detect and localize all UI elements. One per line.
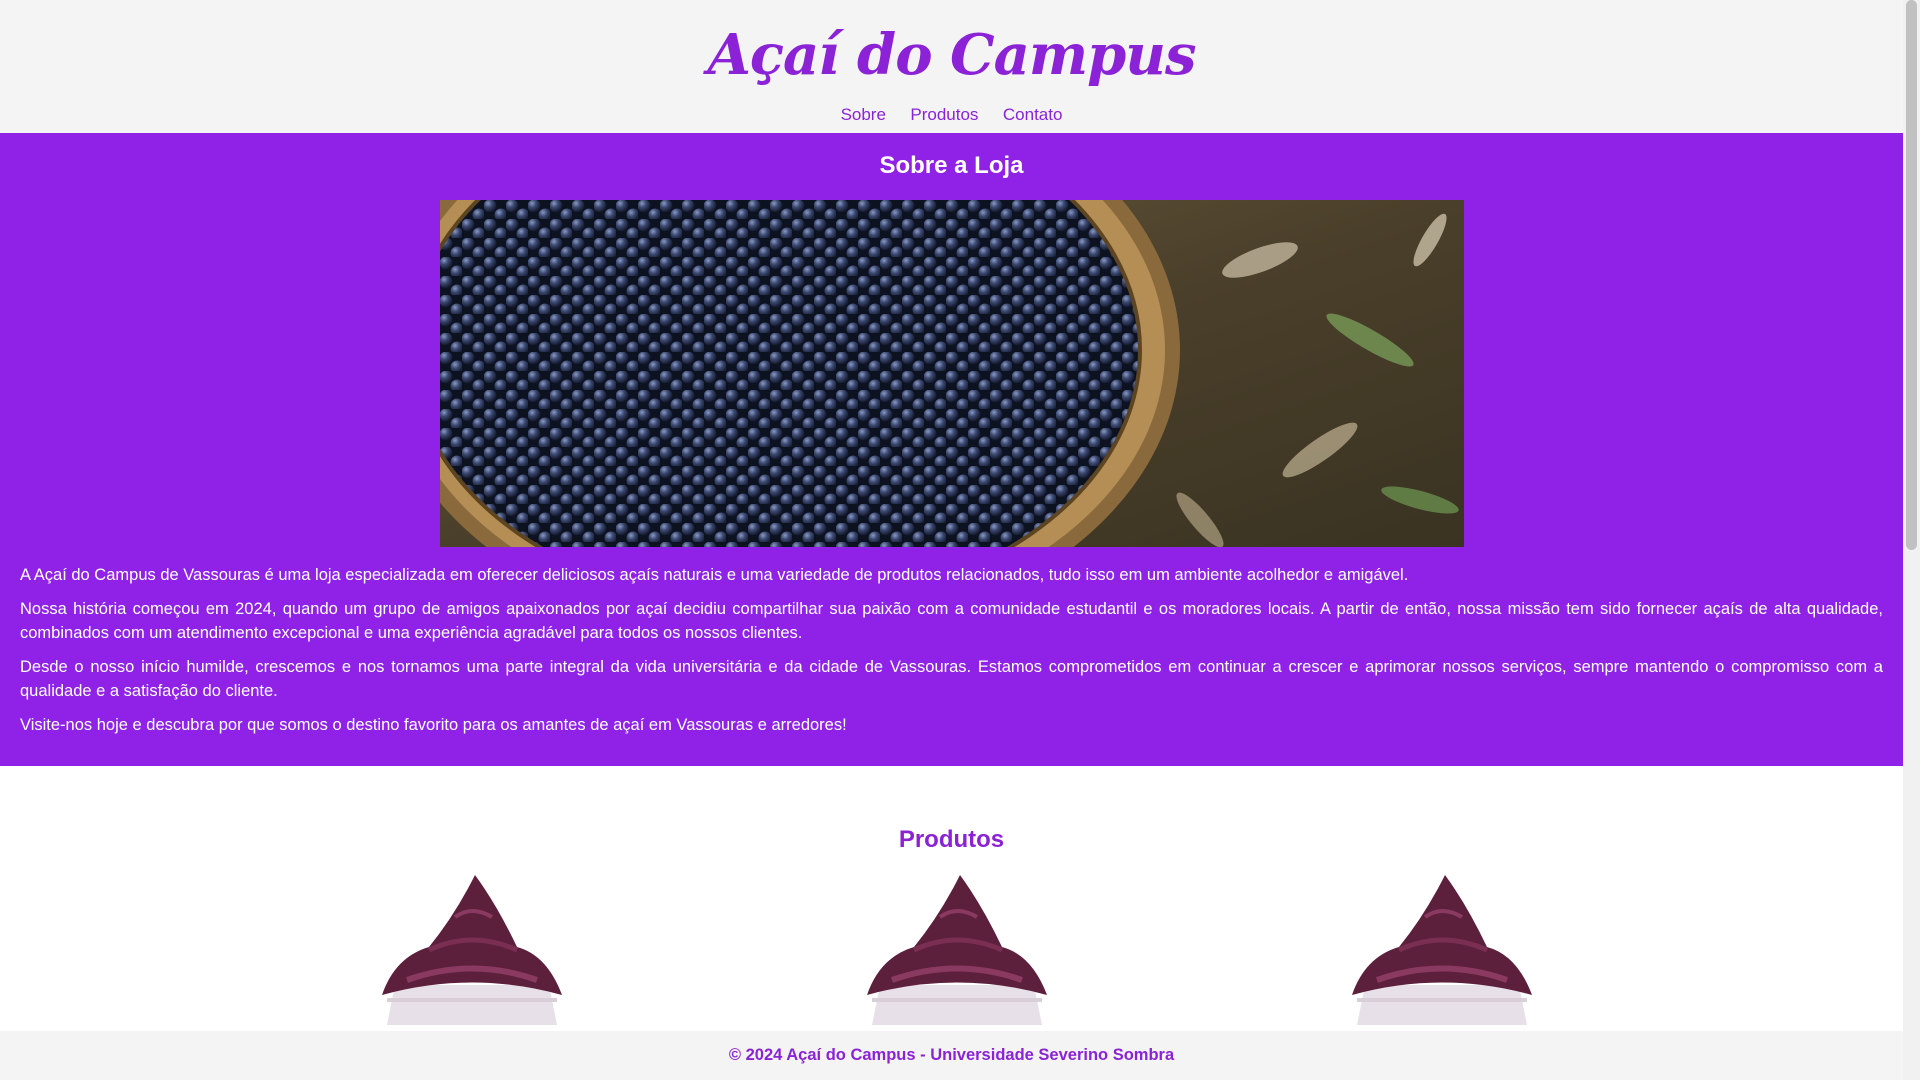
acai-cup-image[interactable]: [367, 875, 577, 1045]
main-nav: Sobre Produtos Contato: [0, 105, 1903, 125]
page-scrollbar[interactable]: [1903, 0, 1920, 1080]
products-section: Produtos: [0, 766, 1903, 1045]
about-title: Sobre a Loja: [879, 152, 1024, 179]
products-title: Produtos: [898, 826, 1005, 853]
acai-cup-image[interactable]: [1337, 875, 1547, 1045]
scrollbar-thumb[interactable]: [1906, 0, 1917, 550]
nav-link-sobre[interactable]: Sobre: [841, 105, 886, 124]
acai-cup-image[interactable]: [852, 875, 1062, 1045]
footer-text: © 2024 Açaí do Campus - Universidade Sev…: [728, 1046, 1175, 1064]
site-logo: Açaí do Campus: [707, 22, 1196, 88]
about-paragraph: Nossa história começou em 2024, quando u…: [20, 600, 1883, 642]
about-paragraph: Visite-nos hoje e descubra por que somos…: [20, 716, 847, 734]
site-footer: © 2024 Açaí do Campus - Universidade Sev…: [0, 1031, 1903, 1080]
site-header: Açaí do Campus Sobre Produtos Contato: [0, 0, 1903, 133]
nav-link-contato[interactable]: Contato: [1003, 105, 1063, 124]
about-paragraph: A Açaí do Campus de Vassouras é uma loja…: [20, 566, 1409, 584]
about-section: Sobre a Loja A Açaí do Campus de Vassour…: [0, 133, 1903, 766]
product-grid: [0, 875, 1903, 1045]
about-paragraph: Desde o nosso início humilde, crescemos …: [20, 658, 1883, 700]
nav-link-produtos[interactable]: Produtos: [910, 105, 978, 124]
acai-basket-image: [439, 200, 1464, 547]
